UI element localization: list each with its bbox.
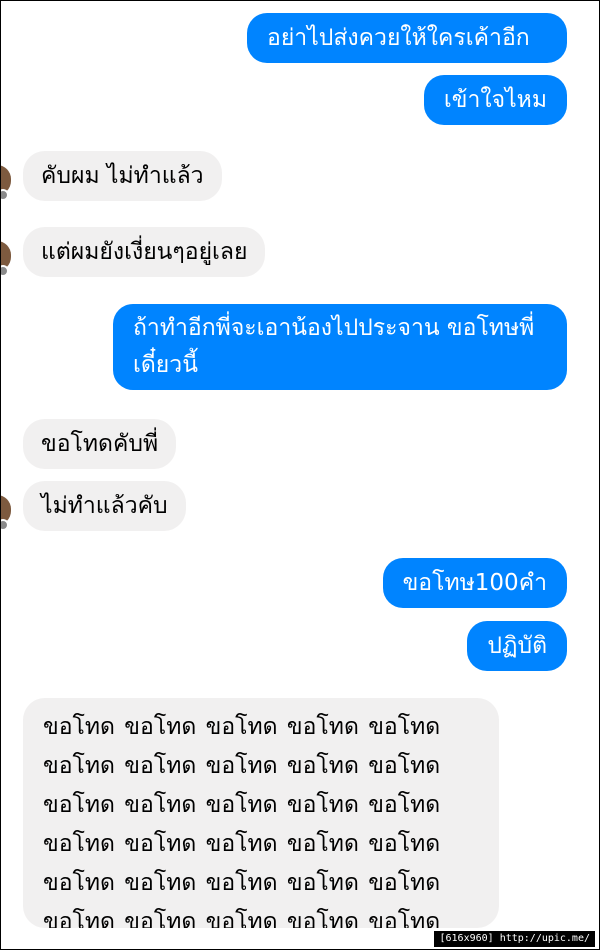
chat-screen: อย่าไปส่งควยให้ใครเค้าอีก เข้าใจไหม คับผ… bbox=[0, 0, 600, 950]
incoming-message[interactable]: แต่ผมยังเงี่ยนๆอยู่เลย bbox=[23, 227, 266, 277]
messenger-badge-icon bbox=[1, 265, 9, 277]
contact-avatar[interactable] bbox=[1, 495, 11, 531]
incoming-message[interactable]: ขอโทดคับพี่ bbox=[23, 419, 177, 469]
incoming-message[interactable]: คับผม ไม่ทำแล้ว bbox=[23, 151, 222, 201]
outgoing-message[interactable]: ถ้าทำอีกพี่จะเอาน้องไปประจาน ขอโทษพี่เดี… bbox=[113, 304, 567, 390]
outgoing-message[interactable]: เข้าใจไหม bbox=[423, 75, 567, 125]
messenger-badge-icon bbox=[1, 519, 9, 531]
contact-avatar[interactable] bbox=[1, 241, 11, 277]
incoming-message[interactable]: ไม่ทำแล้วคับ bbox=[23, 481, 186, 531]
outgoing-message[interactable]: ปฏิบัติ bbox=[467, 621, 567, 671]
contact-avatar[interactable] bbox=[1, 165, 11, 201]
messenger-badge-icon bbox=[1, 189, 9, 201]
watermark-footer: [616x960] http://upic.me/ bbox=[434, 931, 595, 947]
outgoing-message[interactable]: ขอโทษ100คำ bbox=[382, 558, 567, 608]
incoming-message-long[interactable]: ขอโทด ขอโทด ขอโทด ขอโทด ขอโทด ขอโทด ขอโท… bbox=[23, 698, 499, 928]
outgoing-message[interactable]: อย่าไปส่งควยให้ใครเค้าอีก bbox=[247, 13, 567, 63]
